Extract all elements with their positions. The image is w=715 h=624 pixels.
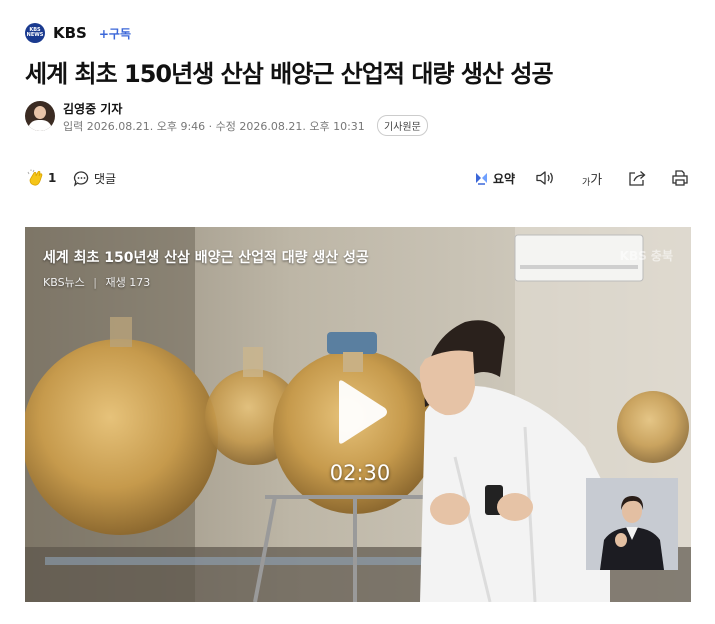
clap-icon [27,169,44,187]
comment-label: 댓글 [94,171,117,186]
video-title: 세계 최초 150년생 산삼 배양근 산업적 대량 생산 성공 [43,250,369,266]
like-count: 1 [48,171,57,185]
video-meta: KBS뉴스 | 재생 173 [43,274,150,290]
publisher-header: KBS NEWS KBS +구독 [25,22,131,44]
reporter-name[interactable]: 김영중 기자 [63,100,122,117]
meta-separator: | [93,276,98,289]
avatar-face [34,106,46,119]
avatar-body [28,120,52,131]
channel-watermark: KBS 충북 [619,249,673,263]
print-button[interactable] [671,166,689,190]
summary-label: 요약 [493,171,516,186]
comment-icon [73,170,90,187]
speaker-icon [535,169,555,187]
article-dates: 입력 2026.08.21. 오후 9:46 · 수정 2026.08.21. … [63,120,365,133]
summary-icon [474,171,489,186]
publisher-name[interactable]: KBS [53,24,87,42]
font-size-icon: 가 가 [582,169,602,188]
summary-button[interactable]: 요약 [474,166,515,190]
article-title: 세계 최초 150년생 산삼 배양근 산업적 대량 생산 성공 [25,60,554,88]
publisher-logo[interactable]: KBS NEWS [25,23,45,43]
like-button[interactable]: 1 [27,166,56,190]
video-duration: 02:30 [329,461,391,485]
video-source: KBS뉴스 [43,276,85,289]
tts-button[interactable] [535,166,555,190]
share-icon [627,169,647,187]
video-player[interactable]: 세계 최초 150년생 산삼 배양근 산업적 대량 생산 성공 KBS뉴스 | … [25,227,691,602]
original-article-button[interactable]: 기사원문 [377,115,428,136]
article-toolbar: 1 댓글 요약 가 가 [0,166,715,190]
font-large-label: 가 [590,172,603,188]
sign-language-inset [586,478,678,570]
font-size-button[interactable]: 가 가 [582,166,602,190]
reporter-avatar[interactable] [25,101,55,131]
share-button[interactable] [627,166,647,190]
font-small-label: 가 [582,177,591,188]
print-icon [671,169,689,187]
play-button[interactable] [331,377,391,447]
comment-button[interactable]: 댓글 [73,166,116,190]
video-play-count: 재생 173 [105,276,151,289]
subscribe-button[interactable]: +구독 [99,25,131,42]
play-icon [331,380,391,451]
